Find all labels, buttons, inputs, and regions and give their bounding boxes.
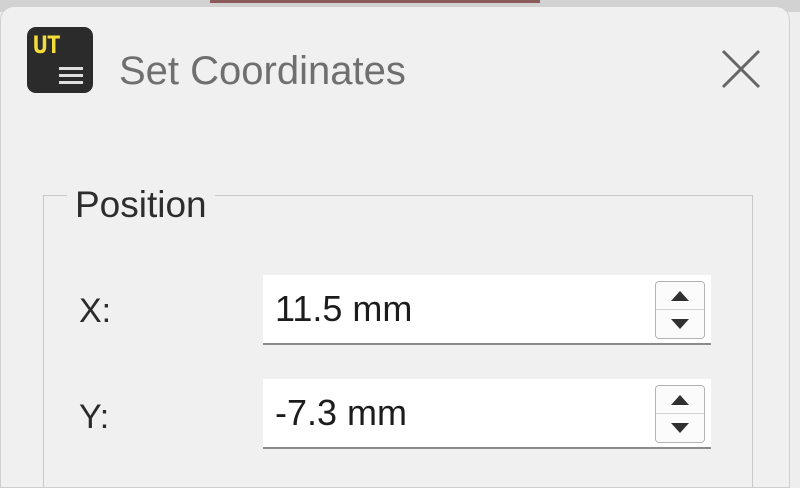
- app-icon-text: UT: [33, 31, 61, 59]
- x-increment-button[interactable]: [656, 282, 704, 310]
- close-button[interactable]: [707, 37, 775, 101]
- arrow-up-icon: [671, 394, 689, 405]
- x-decrement-button[interactable]: [656, 310, 704, 338]
- y-spinbox: [263, 379, 711, 449]
- y-increment-button[interactable]: [656, 386, 704, 414]
- arrow-down-icon: [671, 423, 689, 433]
- x-input[interactable]: [263, 275, 647, 343]
- set-coordinates-dialog: UT Set Coordinates Position X: Y:: [0, 6, 790, 488]
- x-label: X:: [79, 292, 112, 330]
- x-spinbox: [263, 275, 711, 345]
- x-stepper: [655, 281, 705, 339]
- position-group-title: Position: [67, 183, 215, 227]
- window-title: Set Coordinates: [119, 49, 406, 93]
- arrow-up-icon: [671, 290, 689, 301]
- y-decrement-button[interactable]: [656, 414, 704, 442]
- ut-app-icon: UT: [27, 27, 93, 93]
- y-label: Y:: [79, 398, 110, 436]
- arrow-down-icon: [671, 319, 689, 329]
- close-icon: [721, 49, 761, 89]
- app-icon-lines: [59, 67, 83, 88]
- y-input[interactable]: [263, 379, 647, 447]
- title-bar[interactable]: UT Set Coordinates: [1, 7, 789, 119]
- background-accent: [210, 0, 540, 3]
- y-stepper: [655, 385, 705, 443]
